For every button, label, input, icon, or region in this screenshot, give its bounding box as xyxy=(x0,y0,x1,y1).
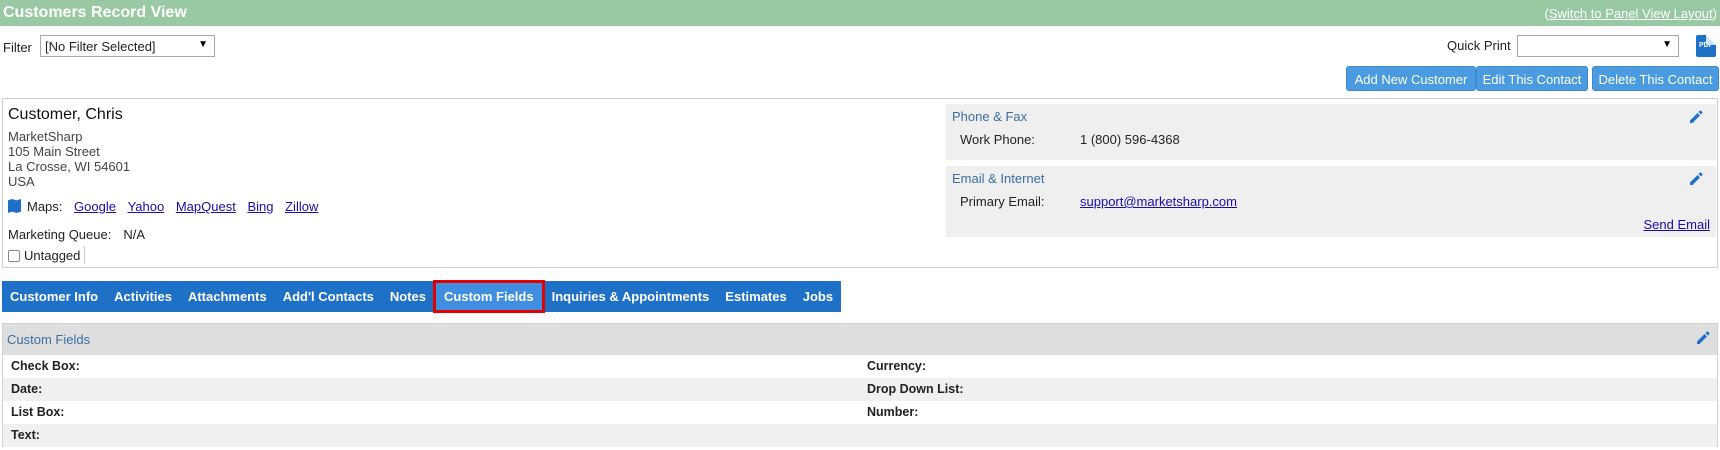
tab-addl-contacts[interactable]: Add'l Contacts xyxy=(275,281,382,312)
email-internet-title: Email & Internet xyxy=(952,171,1045,186)
customer-country: USA xyxy=(8,174,35,189)
marketing-queue-label: Marketing Queue: xyxy=(8,227,112,242)
untagged-label: Untagged xyxy=(24,248,81,263)
custom-fields-header: Custom Fields xyxy=(3,324,1717,355)
maps-label: Maps: xyxy=(27,199,63,214)
tab-notes[interactable]: Notes xyxy=(382,281,434,312)
map-link-bing[interactable]: Bing xyxy=(247,199,273,214)
tab-inquiries-appointments[interactable]: Inquiries & Appointments xyxy=(544,281,718,312)
customer-city: La Crosse, WI 54601 xyxy=(8,159,131,174)
map-link-google[interactable]: Google xyxy=(74,199,116,214)
tab-custom-fields[interactable]: Custom Fields xyxy=(433,280,545,313)
customer-company: MarketSharp xyxy=(8,129,83,144)
delete-contact-button[interactable]: Delete This Contact xyxy=(1592,66,1719,91)
phone-fax-box: Phone & Fax Work Phone: 1 (800) 596-4368 xyxy=(946,104,1716,160)
custom-fields-panel: Custom Fields Check Box: Currency: Date:… xyxy=(2,323,1718,447)
switch-layout: (Switch to Panel View Layout) xyxy=(1544,6,1718,21)
custom-field-row: Text: xyxy=(3,424,1717,447)
maps-row: Maps: Google Yahoo MapQuest Bing Zillow xyxy=(8,199,318,214)
phone-fax-title: Phone & Fax xyxy=(952,109,1028,124)
send-email-link[interactable]: Send Email xyxy=(1644,217,1710,232)
filter-label: Filter xyxy=(3,40,32,55)
work-phone-value: 1 (800) 596-4368 xyxy=(1080,132,1180,147)
email-internet-box: Email & Internet Primary Email: support@… xyxy=(946,166,1716,237)
custom-field-row: Check Box: Currency: xyxy=(3,355,1717,378)
edit-phone-pencil-icon[interactable] xyxy=(1688,109,1704,125)
edit-email-pencil-icon[interactable] xyxy=(1688,171,1704,187)
work-phone-label: Work Phone: xyxy=(960,132,1035,147)
customer-panel: Customer, Chris MarketSharp 105 Main Str… xyxy=(2,98,1718,268)
quick-print-label: Quick Print xyxy=(1447,38,1511,53)
primary-email-link[interactable]: support@marketsharp.com xyxy=(1080,194,1237,209)
custom-field-label: Number: xyxy=(867,405,919,419)
filter-select[interactable]: [No Filter Selected] ▼ xyxy=(40,35,215,57)
map-link-yahoo[interactable]: Yahoo xyxy=(128,199,165,214)
chevron-down-icon: ▼ xyxy=(198,39,208,50)
custom-field-label: Date: xyxy=(11,382,43,396)
custom-field-row: List Box: Number: xyxy=(3,401,1717,424)
customer-street: 105 Main Street xyxy=(8,144,100,159)
chevron-down-icon: ▼ xyxy=(1662,39,1672,50)
marketing-queue-row: Marketing Queue: N/A xyxy=(8,227,145,242)
customer-name: Customer, Chris xyxy=(8,106,123,123)
tab-customer-info[interactable]: Customer Info xyxy=(2,281,106,312)
tab-estimates[interactable]: Estimates xyxy=(717,281,794,312)
tab-attachments[interactable]: Attachments xyxy=(180,281,275,312)
edit-contact-button[interactable]: Edit This Contact xyxy=(1476,66,1588,91)
custom-field-label: Drop Down List: xyxy=(867,382,964,396)
tag-row: Untagged xyxy=(8,248,80,263)
tag-divider xyxy=(84,246,85,264)
page-header: Customers Record View (Switch to Panel V… xyxy=(0,0,1720,26)
marketing-queue-value: N/A xyxy=(123,227,146,242)
quick-print-select[interactable]: ▼ xyxy=(1517,35,1679,57)
custom-field-label: Check Box: xyxy=(11,359,80,373)
record-tabs: Customer Info Activities Attachments Add… xyxy=(2,280,842,313)
custom-field-label: Currency: xyxy=(867,359,927,373)
tab-activities[interactable]: Activities xyxy=(106,281,180,312)
primary-email-label: Primary Email: xyxy=(960,194,1045,209)
tab-jobs[interactable]: Jobs xyxy=(795,281,841,312)
map-link-zillow[interactable]: Zillow xyxy=(285,199,318,214)
edit-custom-fields-pencil-icon[interactable] xyxy=(1695,330,1711,346)
custom-field-label: Text: xyxy=(11,428,40,442)
map-link-mapquest[interactable]: MapQuest xyxy=(176,199,236,214)
custom-fields-title: Custom Fields xyxy=(7,332,91,347)
switch-layout-link[interactable]: Switch to Panel View Layout xyxy=(1549,6,1713,21)
page-title: Customers Record View xyxy=(3,4,187,21)
filter-value: [No Filter Selected] xyxy=(45,39,156,54)
pdf-icon[interactable]: PDF xyxy=(1696,35,1716,57)
add-new-customer-button[interactable]: Add New Customer xyxy=(1346,66,1476,91)
custom-field-row: Date: Drop Down List: xyxy=(3,378,1717,401)
untagged-checkbox[interactable] xyxy=(8,250,20,262)
map-icon xyxy=(8,199,21,213)
custom-field-label: List Box: xyxy=(11,405,65,419)
